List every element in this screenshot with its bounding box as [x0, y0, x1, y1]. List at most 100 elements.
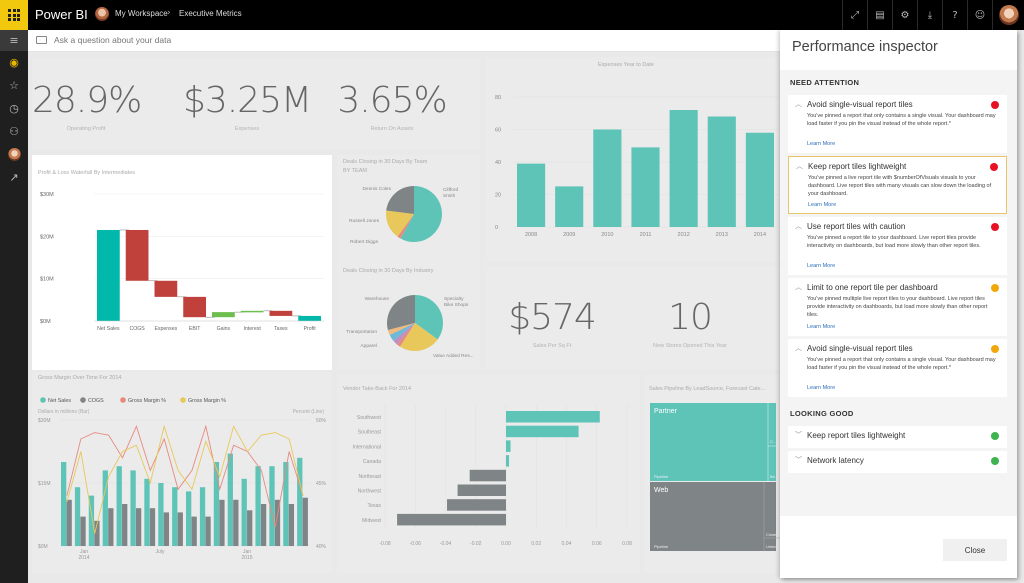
bar: [469, 469, 506, 482]
chevron-up-icon[interactable]: ︿: [795, 343, 802, 353]
learn-more-link[interactable]: Learn More: [807, 263, 835, 269]
performance-inspector-panel: Performance inspector NEED ATTENTION ︿ A…: [780, 30, 1017, 578]
waterfall-bar: [298, 315, 321, 321]
treemap-sublabel: Close...: [766, 532, 780, 537]
y-tick-label: 80: [495, 95, 501, 101]
close-button[interactable]: Close: [943, 539, 1007, 561]
cogs-bar: [122, 504, 128, 546]
waffle-icon: [8, 9, 20, 21]
breadcrumb-dashboard[interactable]: Executive Metrics: [179, 9, 242, 18]
dashboards-icon[interactable]: ◉: [0, 51, 28, 74]
chevron-up-icon[interactable]: ︿: [795, 221, 802, 231]
breadcrumb-workspace[interactable]: My Workspace: [115, 9, 168, 18]
learn-more-link[interactable]: Learn More: [807, 141, 835, 147]
y-tick-label: 40: [495, 160, 501, 166]
bar: [555, 186, 584, 227]
card-title: Avoid single-visual report tiles: [807, 100, 913, 109]
chevron-up-icon[interactable]: ︿: [796, 161, 803, 171]
card-title: Network latency: [807, 456, 864, 465]
waterfall-bar: [125, 229, 149, 281]
vendor-takeback-tile[interactable]: Vendor Take-Back For 2014 -0.08 -0.06 -0.0…: [337, 375, 640, 573]
hamburger-icon[interactable]: ≡: [0, 30, 28, 51]
fullscreen-icon[interactable]: ⤢: [842, 0, 867, 30]
bar: [593, 129, 622, 227]
good-card[interactable]: ﹀ Keep report tiles lightweight: [788, 426, 1007, 448]
learn-more-link[interactable]: Learn More: [807, 324, 835, 330]
attention-card[interactable]: ︿ Use report tiles with caution You've p…: [788, 217, 1007, 275]
bar: [447, 499, 506, 511]
cogs-bar: [233, 499, 239, 546]
bar: [707, 116, 736, 227]
bar: [669, 110, 698, 227]
profile-avatar[interactable]: [0, 143, 28, 166]
attention-card[interactable]: ︿ Limit to one report tile per dashboard…: [788, 278, 1007, 336]
y-tick-label: $30M: [38, 418, 51, 424]
cogs-bar: [205, 516, 211, 546]
favorites-icon[interactable]: ☆: [0, 74, 28, 97]
recent-icon[interactable]: ◷: [0, 97, 28, 120]
top-bar: Power BI My Workspace › Executive Metric…: [0, 0, 1024, 30]
user-avatar[interactable]: [992, 0, 1024, 30]
treemap-sublabel: Pipeline: [654, 474, 669, 479]
cogs-bar: [260, 504, 267, 546]
app-launcher-button[interactable]: [0, 0, 28, 30]
pie-label: Russell Jones: [349, 218, 379, 224]
y2-axis-title: Percent (Line): [293, 409, 325, 415]
chevron-up-icon[interactable]: ︿: [795, 99, 802, 109]
cogs-bar: [219, 499, 225, 546]
app-name: Power BI: [35, 7, 88, 22]
net-sales-bar: [199, 487, 206, 546]
gross-margin-tile[interactable]: Gross Margin Over Time For 2014 Net Sale…: [32, 372, 332, 573]
workspace-avatar: [95, 7, 109, 21]
x-tick-label: 2013: [716, 232, 728, 238]
help-icon[interactable]: ?: [942, 0, 967, 30]
attention-card[interactable]: ︿ Keep report tiles lightweight You've p…: [788, 156, 1007, 214]
treemap-sublabel: Unkno...: [766, 544, 780, 549]
kpi-new-stores: 10 New Stores Opened This Year: [635, 300, 745, 350]
learn-more-link[interactable]: Learn More: [807, 385, 835, 391]
kpi-label: Sales Per Sq Ft: [532, 343, 572, 349]
bar: [506, 440, 511, 452]
chevron-down-icon[interactable]: ﹀: [795, 455, 802, 465]
settings-icon[interactable]: ⚙: [892, 0, 917, 30]
feedback-icon[interactable]: ☺: [967, 0, 992, 30]
card-description: You've pinned a live report tile with $n…: [808, 175, 992, 197]
download-icon[interactable]: ⤓: [917, 0, 942, 30]
sales-pipeline-tile[interactable]: Sales Pipeline By LeadSource, Forecast C…: [644, 375, 780, 573]
qna-input[interactable]: [54, 35, 354, 45]
kpi-label: Operating Profit: [66, 126, 106, 132]
gross-margin-chart: Net Sales COGS Gross Margin % Gross Margin …: [38, 397, 327, 561]
x-tick-label: 2009: [563, 232, 575, 238]
cogs-bar: [247, 510, 253, 546]
bar: [517, 163, 546, 227]
good-card[interactable]: ﹀ Network latency: [788, 451, 1007, 473]
pie-label: Clifford: [443, 187, 458, 193]
legend-label: COGS: [88, 398, 104, 404]
gross-margin-line: [66, 424, 304, 534]
x-tick-label: 2015: [241, 555, 252, 561]
x-tick-label: Net Sales: [97, 326, 120, 332]
waterfall-tile[interactable]: Profit & Loss Waterfall By Intermediates…: [32, 155, 332, 370]
deals-pies-tile[interactable]: Deals Closing in 30 Days By Team BY TEAM…: [337, 155, 480, 370]
y-tick-label: Texas: [367, 503, 381, 509]
comment-icon[interactable]: ▤: [867, 0, 892, 30]
kpi-tile-2[interactable]: $574 Sales Per Sq Ft 10 New Stores Opene…: [485, 266, 780, 370]
kpi-expenses: $3.25M Expenses: [182, 83, 312, 133]
x-tick-label: Taxes: [274, 326, 288, 332]
qna-bar: [28, 30, 780, 52]
card-title: Limit to one report tile per dashboard: [807, 283, 938, 292]
expenses-ytd-tile[interactable]: Expenses Year to Date 0 20 40 60 80 2008 2009 2…: [485, 57, 780, 262]
legend-label: Gross Margin %: [128, 398, 166, 404]
treemap-sublabel: C...: [770, 439, 776, 444]
kpi-tile[interactable]: 28.9% Operating Profit $3.25M Expenses 3…: [32, 57, 480, 150]
attention-card[interactable]: ︿ Avoid single-visual report tiles You'v…: [788, 95, 1007, 153]
chevron-up-icon[interactable]: ︿: [795, 282, 802, 292]
chevron-down-icon[interactable]: ﹀: [795, 430, 802, 440]
learn-more-link[interactable]: Learn More: [808, 202, 836, 208]
get-data-icon[interactable]: ↗: [0, 166, 28, 189]
bar: [745, 132, 774, 227]
attention-card[interactable]: ︿ Avoid single-visual report tiles You'v…: [788, 339, 1007, 397]
y-tick-label: $10M: [40, 277, 54, 283]
x-tick-label: Expenses: [154, 326, 177, 332]
shared-icon[interactable]: ⚇: [0, 120, 28, 143]
